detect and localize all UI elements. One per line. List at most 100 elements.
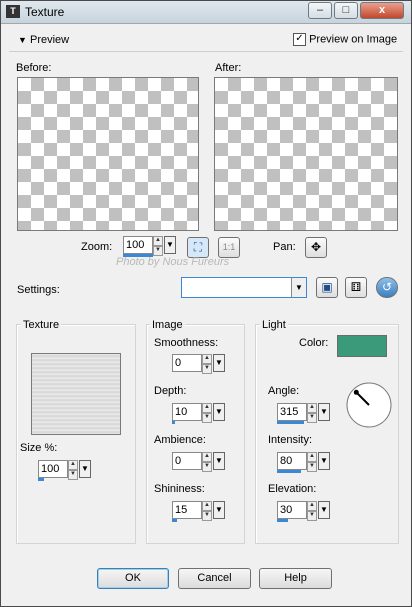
reset-button[interactable]: ↺ <box>376 277 398 298</box>
spin-down-icon[interactable]: ▼ <box>307 462 317 472</box>
depth-stepper[interactable]: 10 ▲ ▼ ▼ <box>172 403 228 424</box>
spin-up-icon[interactable]: ▲ <box>202 452 212 462</box>
intensity-stepper[interactable]: 80 ▲ ▼ ▼ <box>277 452 333 473</box>
ambience-spin-arrows[interactable]: ▲ ▼ <box>202 452 212 472</box>
light-color-swatch[interactable] <box>337 335 387 357</box>
elevation-level-bar <box>277 519 288 522</box>
randomize-button[interactable]: ⚅ <box>345 277 367 298</box>
spin-up-icon[interactable]: ▲ <box>202 501 212 511</box>
spin-down-icon[interactable]: ▼ <box>202 462 212 472</box>
preview-collapse-toggle[interactable]: ▼ Preview <box>18 34 69 46</box>
size-value[interactable]: 100 <box>38 460 68 478</box>
after-label: After: <box>215 62 242 74</box>
ambience-dropdown-arrow-icon[interactable]: ▼ <box>213 452 225 470</box>
ambience-label: Ambience: <box>154 434 206 446</box>
elevation-spin-arrows[interactable]: ▲ ▼ <box>307 501 317 521</box>
ambience-value[interactable]: 0 <box>172 452 202 470</box>
zoom-to-fit-button[interactable]: ⛶ <box>187 237 209 258</box>
cancel-button[interactable]: Cancel <box>178 568 251 589</box>
angle-dropdown-arrow-icon[interactable]: ▼ <box>318 403 330 421</box>
intensity-spin-arrows[interactable]: ▲ ▼ <box>307 452 317 472</box>
texture-swatch[interactable] <box>31 353 121 435</box>
smoothness-spin-arrows[interactable]: ▲ ▼ <box>202 354 212 374</box>
close-button[interactable]: x <box>360 2 404 19</box>
intensity-label: Intensity: <box>268 434 313 446</box>
elevation-label: Elevation: <box>268 483 317 495</box>
angle-knob <box>353 389 359 395</box>
angle-spin-arrows[interactable]: ▲ ▼ <box>307 403 317 423</box>
pan-label: Pan: <box>273 241 296 253</box>
spin-up-icon[interactable]: ▲ <box>307 452 317 462</box>
depth-spin-arrows[interactable]: ▲ ▼ <box>202 403 212 423</box>
intensity-value[interactable]: 80 <box>277 452 307 470</box>
intensity-level-bar <box>277 470 301 473</box>
smoothness-dropdown-arrow-icon[interactable]: ▼ <box>213 354 225 372</box>
size-level-bar <box>38 478 44 481</box>
spin-down-icon[interactable]: ▼ <box>307 511 317 521</box>
zoom-dropdown-arrow-icon[interactable]: ▼ <box>164 236 176 254</box>
spin-up-icon[interactable]: ▲ <box>68 460 78 470</box>
smoothness-value[interactable]: 0 <box>172 354 202 372</box>
size-dropdown-arrow-icon[interactable]: ▼ <box>79 460 91 478</box>
dice-icon: ⚅ <box>350 280 362 294</box>
smoothness-label: Smoothness: <box>154 337 219 349</box>
shininess-spin-arrows[interactable]: ▲ ▼ <box>202 501 212 521</box>
preview-section-label: Preview <box>29 34 70 46</box>
depth-level-bar <box>172 421 175 424</box>
light-group-label: Light <box>260 319 288 331</box>
angle-stepper[interactable]: 315 ▲ ▼ ▼ <box>277 403 333 424</box>
zoom-stepper[interactable]: 100 ▲ ▼ ▼ <box>123 236 179 257</box>
elevation-stepper[interactable]: 30 ▲ ▼ ▼ <box>277 501 333 522</box>
pan-button[interactable]: ✥ <box>305 237 327 258</box>
ok-button[interactable]: OK <box>97 568 169 589</box>
zoom-value[interactable]: 100 <box>123 236 153 254</box>
spin-up-icon[interactable]: ▲ <box>202 403 212 413</box>
size-label: Size %: <box>20 442 58 454</box>
depth-value[interactable]: 10 <box>172 403 202 421</box>
spin-up-icon[interactable]: ▲ <box>202 354 212 364</box>
shininess-stepper[interactable]: 15 ▲ ▼ ▼ <box>172 501 228 522</box>
minimize-button[interactable]: – <box>308 2 332 19</box>
help-button[interactable]: Help <box>259 568 332 589</box>
shininess-value[interactable]: 15 <box>172 501 202 519</box>
spin-down-icon[interactable]: ▼ <box>202 413 212 423</box>
spin-down-icon[interactable]: ▼ <box>68 470 78 480</box>
actual-size-button[interactable]: 1:1 <box>218 237 240 258</box>
watermark-text: Photo by Nous Fureurs <box>116 256 230 268</box>
settings-preset-select[interactable]: ▼ <box>181 277 307 298</box>
angle-value[interactable]: 315 <box>277 403 307 421</box>
zoom-fit-icon: ⛶ <box>193 240 203 254</box>
spin-down-icon[interactable]: ▼ <box>202 364 212 374</box>
triangle-down-icon: ▼ <box>18 35 27 45</box>
ambience-stepper[interactable]: 0 ▲ ▼ ▼ <box>172 452 228 472</box>
zoom-spin-arrows[interactable]: ▲ ▼ <box>153 236 163 256</box>
spin-up-icon[interactable]: ▲ <box>307 501 317 511</box>
texture-dialog: T Texture – □ x ▼ Preview ✓ Preview on I… <box>0 0 412 607</box>
spin-down-icon[interactable]: ▼ <box>153 246 163 256</box>
checkbox-checked-icon: ✓ <box>293 33 306 46</box>
spin-down-icon[interactable]: ▼ <box>202 511 212 521</box>
settings-label: Settings: <box>17 284 60 296</box>
elevation-value[interactable]: 30 <box>277 501 307 519</box>
size-spin-arrows[interactable]: ▲ ▼ <box>68 460 78 480</box>
size-stepper[interactable]: 100 ▲ ▼ ▼ <box>38 460 94 481</box>
maximize-button[interactable]: □ <box>334 2 358 19</box>
before-preview[interactable] <box>17 77 199 231</box>
chevron-down-icon[interactable]: ▼ <box>291 278 306 297</box>
save-preset-button[interactable]: ▣ <box>316 277 338 298</box>
image-group-label: Image <box>150 319 185 331</box>
intensity-dropdown-arrow-icon[interactable]: ▼ <box>318 452 330 470</box>
shininess-dropdown-arrow-icon[interactable]: ▼ <box>213 501 225 519</box>
angle-dial[interactable] <box>345 381 393 429</box>
after-preview[interactable] <box>214 77 398 231</box>
spin-up-icon[interactable]: ▲ <box>153 236 163 246</box>
spin-down-icon[interactable]: ▼ <box>307 413 317 423</box>
spin-up-icon[interactable]: ▲ <box>307 403 317 413</box>
move-crosshair-icon: ✥ <box>310 240 322 254</box>
smoothness-stepper[interactable]: 0 ▲ ▼ ▼ <box>172 354 228 374</box>
preview-on-image-checkbox[interactable]: ✓ Preview on Image <box>293 33 397 46</box>
depth-dropdown-arrow-icon[interactable]: ▼ <box>213 403 225 421</box>
zoom-label: Zoom: <box>81 241 113 253</box>
elevation-dropdown-arrow-icon[interactable]: ▼ <box>318 501 330 519</box>
undo-arrow-icon: ↺ <box>381 280 393 294</box>
